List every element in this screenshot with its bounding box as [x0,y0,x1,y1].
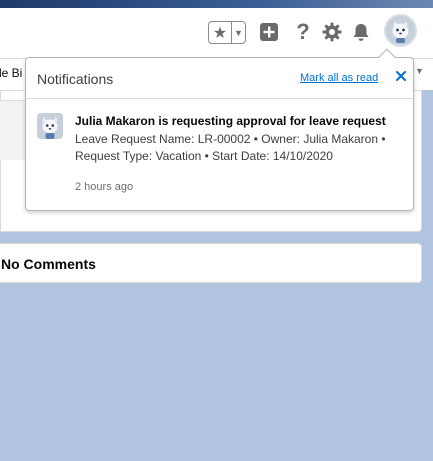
astro-avatar-icon [387,17,414,44]
help-icon: ? [296,19,310,44]
notification-item[interactable]: Julia Makaron is requesting approval for… [26,100,413,210]
notification-avatar [37,113,63,139]
notifications-title: Notifications [37,71,114,87]
help-button[interactable]: ? [292,19,314,44]
favorites-button-group[interactable]: ★ ▼ [208,21,246,44]
close-icon [396,71,406,81]
notification-timestamp: 2 hours ago [75,181,134,193]
global-header: ★ ▼ ? [0,8,433,58]
add-button[interactable] [258,21,280,43]
notification-body: Leave Request Name: LR-00002 • Owner: Ju… [75,132,386,163]
astro-avatar-icon [37,113,63,139]
app-root: ★ ▼ ? le Bi ▼ No Comments Notifications … [0,0,433,461]
caret-down-icon[interactable]: ▼ [232,28,245,38]
notification-title: Julia Makaron is requesting approval for… [75,114,386,128]
star-icon[interactable]: ★ [209,22,232,43]
chevron-down-icon[interactable]: ▼ [415,66,424,76]
setup-button[interactable] [321,21,343,43]
mark-all-read-link[interactable]: Mark all as read [300,72,378,84]
notifications-popover: Notifications Mark all as read Julia Mak… [25,48,414,211]
gear-icon [322,22,342,42]
nav-tab-label[interactable]: le Bi [0,66,22,80]
comments-title: No Comments [1,256,96,272]
bell-icon [353,24,369,41]
user-avatar-button[interactable] [384,14,417,47]
comments-card: No Comments [0,243,422,283]
banner-strip [0,0,433,8]
plus-icon [260,23,278,41]
notifications-header: Notifications Mark all as read [26,58,413,99]
close-button[interactable] [393,67,409,85]
notifications-button[interactable] [350,20,372,44]
